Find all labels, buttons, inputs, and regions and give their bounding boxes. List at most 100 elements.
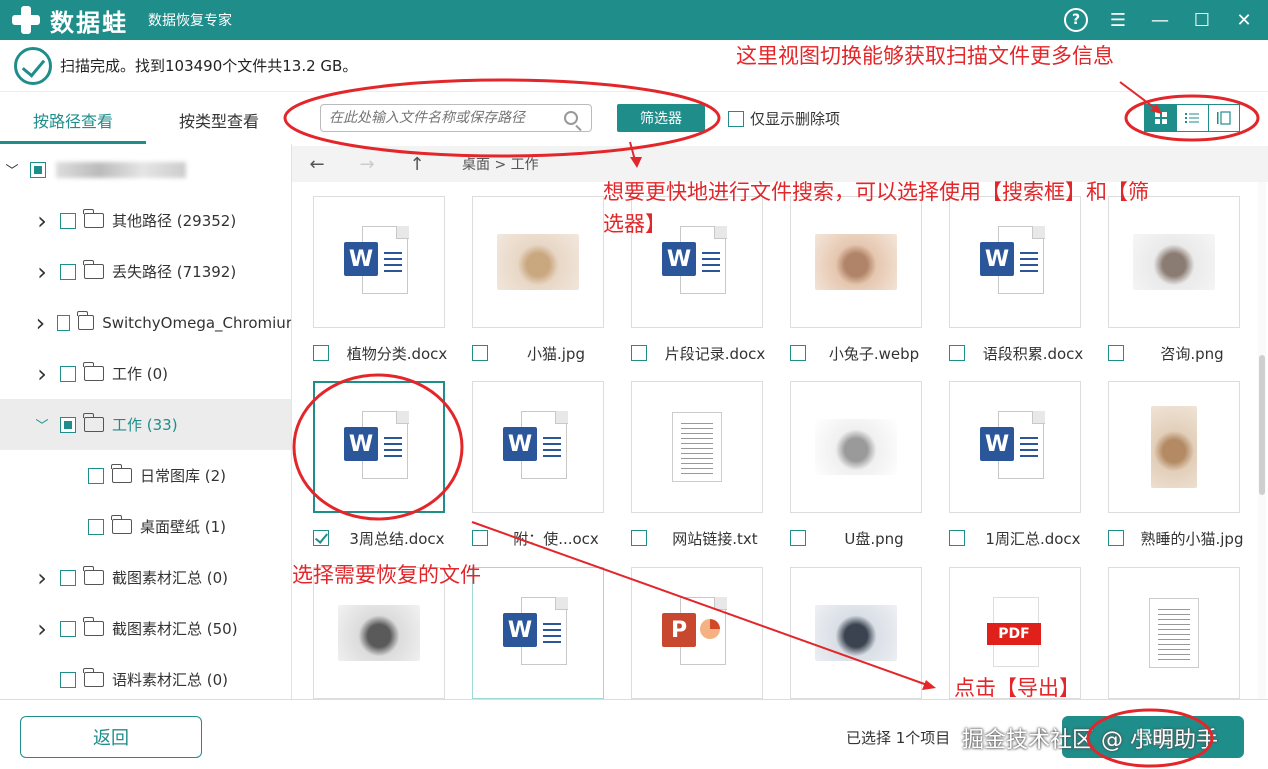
tree-checkbox[interactable] xyxy=(60,620,76,637)
tree-item[interactable]: 日常图库 (2) xyxy=(0,450,292,501)
search-input[interactable] xyxy=(329,110,564,126)
file-checkbox[interactable] xyxy=(631,530,647,546)
file-thumbnail[interactable] xyxy=(1108,381,1240,513)
file-item[interactable]: 咨询.png xyxy=(1108,342,1258,364)
file-checkbox[interactable] xyxy=(949,345,965,361)
search-icon[interactable] xyxy=(564,111,578,125)
tree-checkbox[interactable] xyxy=(88,467,104,484)
menu-button[interactable]: ☰ xyxy=(1104,6,1132,34)
file-thumbnail[interactable]: W xyxy=(949,196,1081,328)
file-thumbnail[interactable] xyxy=(790,381,922,513)
file-item[interactable]: 1周汇总.docx xyxy=(949,527,1099,549)
file-checkbox[interactable] xyxy=(631,345,647,361)
file-checkbox[interactable] xyxy=(1108,345,1124,361)
image-preview xyxy=(815,419,897,475)
chevron-right-icon[interactable]: › xyxy=(34,564,50,592)
file-item[interactable]: 语段积累.docx xyxy=(949,342,1099,364)
file-checkbox[interactable] xyxy=(472,345,488,361)
up-arrow-icon[interactable]: ↑ xyxy=(392,154,442,175)
tree-item[interactable]: 语料素材汇总 (0) xyxy=(0,654,292,699)
back-arrow-icon[interactable]: ← xyxy=(292,154,342,175)
grid-view-button[interactable] xyxy=(1145,105,1177,131)
tree-item[interactable]: ﹀ 工作 (33) xyxy=(0,399,292,450)
file-thumbnail[interactable]: W xyxy=(313,196,445,328)
file-item[interactable]: 网站链接.txt xyxy=(631,527,781,549)
tree-checkbox[interactable] xyxy=(60,569,76,586)
file-checkbox[interactable] xyxy=(1108,530,1124,546)
detail-view-button[interactable] xyxy=(1207,105,1239,131)
tree-checkbox[interactable] xyxy=(60,365,76,382)
tree-item[interactable]: › 丢失路径 (71392) xyxy=(0,246,292,297)
forward-arrow-icon[interactable]: → xyxy=(342,154,392,175)
tree-item[interactable]: › 其他路径 (29352) xyxy=(0,195,292,246)
file-checkbox[interactable] xyxy=(949,530,965,546)
file-thumbnail[interactable]: W xyxy=(313,381,445,513)
minimize-button[interactable]: — xyxy=(1146,6,1174,34)
file-thumbnail[interactable] xyxy=(631,381,763,513)
deleted-only-toggle[interactable]: 仅显示删除项 xyxy=(728,108,840,129)
file-thumbnail[interactable] xyxy=(1108,196,1240,328)
file-item[interactable]: 小猫.jpg xyxy=(472,342,622,364)
deleted-only-checkbox[interactable] xyxy=(728,110,744,127)
file-thumbnail[interactable]: W xyxy=(949,381,1081,513)
tab-by-path[interactable]: 按路径查看 xyxy=(0,100,146,144)
tree-checkbox[interactable] xyxy=(56,314,70,331)
file-thumbnail[interactable] xyxy=(790,196,922,328)
folder-icon xyxy=(83,362,104,381)
file-item[interactable]: U盘.png xyxy=(790,527,940,549)
tab-by-type[interactable]: 按类型查看 xyxy=(146,100,292,144)
search-annotation-line1: 想要更快地进行文件搜索，可以选择使用【搜索框】和【筛 xyxy=(603,180,1149,204)
tree-item[interactable]: ﹀ xyxy=(0,144,292,195)
chevron-down-icon[interactable]: ﹀ xyxy=(4,160,20,179)
file-checkbox[interactable] xyxy=(313,530,329,546)
file-item[interactable]: 小兔子.webp xyxy=(790,342,940,364)
minimize-icon: — xyxy=(1151,9,1169,31)
file-thumbnail[interactable]: P xyxy=(631,567,763,699)
file-item[interactable]: 附：使...ocx xyxy=(472,527,622,549)
tree-checkbox[interactable] xyxy=(60,212,76,229)
file-checkbox[interactable] xyxy=(790,345,806,361)
filter-button[interactable]: 筛选器 xyxy=(617,104,705,132)
scrollbar-thumb[interactable] xyxy=(1259,355,1265,495)
maximize-button[interactable]: ☐ xyxy=(1188,6,1216,34)
scan-status-text: 扫描完成。找到103490个文件共13.2 GB。 xyxy=(60,57,358,75)
file-thumbnail[interactable] xyxy=(790,567,922,699)
chevron-down-icon[interactable]: ﹀ xyxy=(34,415,50,434)
tree-item[interactable]: › 工作 (0) xyxy=(0,348,292,399)
file-checkbox[interactable] xyxy=(313,345,329,361)
tree-checkbox[interactable] xyxy=(88,518,104,535)
tree-checkbox[interactable] xyxy=(60,671,76,688)
close-button[interactable]: ✕ xyxy=(1230,6,1258,34)
search-box[interactable] xyxy=(320,104,592,132)
list-view-button[interactable] xyxy=(1176,105,1207,131)
tree-checkbox[interactable] xyxy=(60,416,76,433)
file-thumbnail[interactable] xyxy=(472,196,604,328)
tree-item[interactable]: › 截图素材汇总 (0) xyxy=(0,552,292,603)
file-thumbnail[interactable]: W xyxy=(472,567,604,699)
file-name: 语段积累.docx xyxy=(982,344,1084,363)
chevron-right-icon[interactable]: › xyxy=(34,258,50,286)
tree-checkbox[interactable] xyxy=(60,263,76,280)
tree-item[interactable]: › 截图素材汇总 (50) xyxy=(0,603,292,654)
chevron-right-icon[interactable]: › xyxy=(34,615,50,643)
file-thumbnail[interactable]: W xyxy=(472,381,604,513)
file-item[interactable]: 熟睡的小猫.jpg xyxy=(1108,527,1258,549)
file-item[interactable]: 片段记录.docx xyxy=(631,342,781,364)
help-button[interactable]: ? xyxy=(1062,6,1090,34)
file-checkbox[interactable] xyxy=(472,530,488,546)
blurred-drive-label xyxy=(56,161,186,178)
close-icon: ✕ xyxy=(1236,9,1252,31)
tree-item[interactable]: › SwitchyOmega_Chromiur xyxy=(0,297,292,348)
file-checkbox[interactable] xyxy=(790,530,806,546)
chevron-right-icon[interactable]: › xyxy=(34,207,50,235)
chevron-right-icon[interactable]: › xyxy=(34,309,47,337)
chevron-right-icon[interactable]: › xyxy=(34,360,50,388)
tree-checkbox[interactable] xyxy=(30,161,46,178)
file-name: 植物分类.docx xyxy=(346,344,448,363)
back-button[interactable]: 返回 xyxy=(20,716,202,758)
tree-item[interactable]: 桌面壁纸 (1) xyxy=(0,501,292,552)
file-item[interactable]: 3周总结.docx xyxy=(313,527,463,549)
file-name: 咨询.png xyxy=(1160,344,1224,363)
file-item[interactable]: 植物分类.docx xyxy=(313,342,463,364)
file-thumbnail[interactable] xyxy=(1108,567,1240,699)
